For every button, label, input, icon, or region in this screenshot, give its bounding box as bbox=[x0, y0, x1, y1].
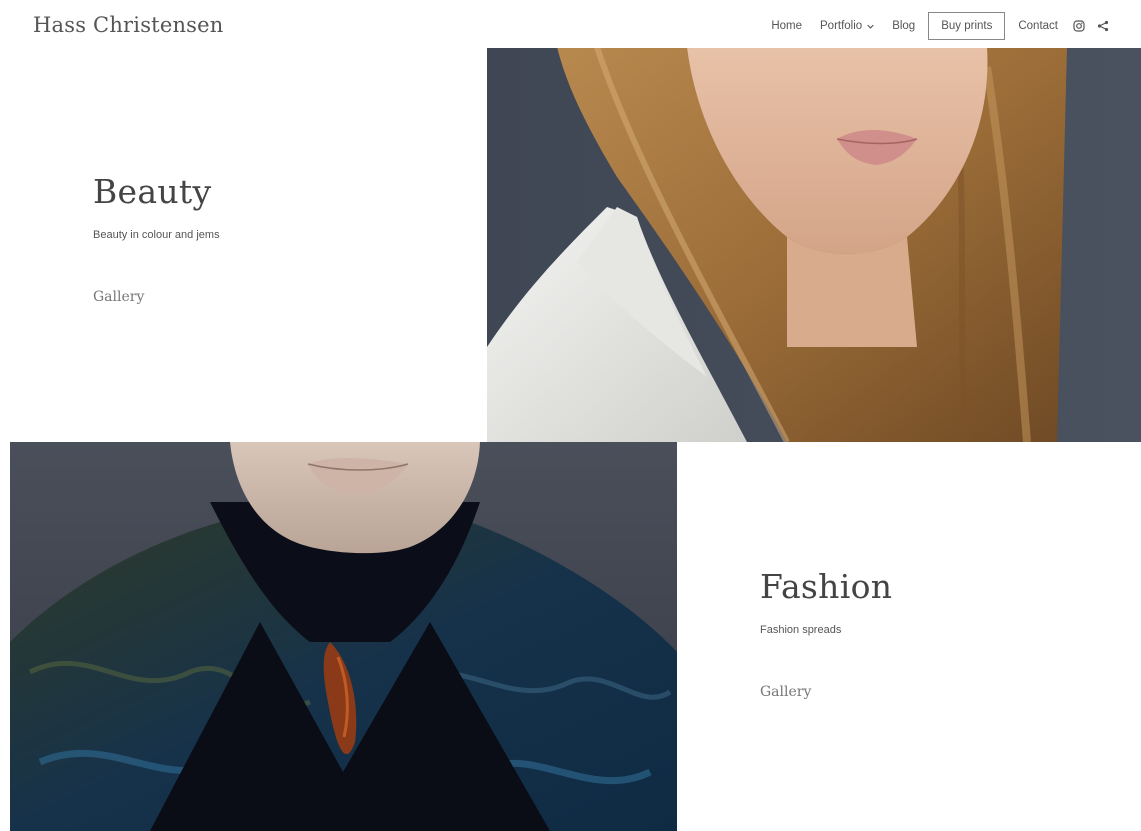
fashion-section: Fashion Fashion spreads Gallery bbox=[760, 567, 1120, 700]
beauty-photo-image bbox=[487, 47, 1141, 442]
nav-contact[interactable]: Contact bbox=[1009, 13, 1067, 39]
instagram-icon[interactable] bbox=[1067, 13, 1091, 39]
fashion-photo[interactable] bbox=[10, 442, 677, 831]
fashion-gallery-link[interactable]: Gallery bbox=[760, 684, 1120, 700]
fashion-title[interactable]: Fashion bbox=[760, 567, 1120, 606]
fashion-photo-image bbox=[10, 442, 677, 831]
beauty-gallery-link[interactable]: Gallery bbox=[93, 289, 453, 305]
buy-prints-button[interactable]: Buy prints bbox=[928, 12, 1006, 40]
nav-blog[interactable]: Blog bbox=[883, 13, 924, 39]
site-header: Hass Christensen Home Portfolio Blog Buy… bbox=[0, 0, 1141, 48]
site-title[interactable]: Hass Christensen bbox=[33, 13, 224, 37]
nav-portfolio-label: Portfolio bbox=[820, 20, 863, 32]
nav-home[interactable]: Home bbox=[762, 13, 811, 39]
nav-portfolio[interactable]: Portfolio bbox=[811, 13, 883, 39]
beauty-title[interactable]: Beauty bbox=[93, 172, 453, 211]
beauty-subtitle: Beauty in colour and jems bbox=[93, 229, 220, 241]
beauty-section: Beauty Beauty in colour and jems Gallery bbox=[93, 172, 453, 305]
beauty-photo[interactable] bbox=[487, 47, 1141, 442]
fashion-subtitle: Fashion spreads bbox=[760, 624, 842, 636]
chevron-down-icon bbox=[867, 24, 874, 29]
share-icon[interactable] bbox=[1091, 13, 1115, 39]
main-nav: Home Portfolio Blog Buy prints Contact bbox=[762, 12, 1115, 40]
